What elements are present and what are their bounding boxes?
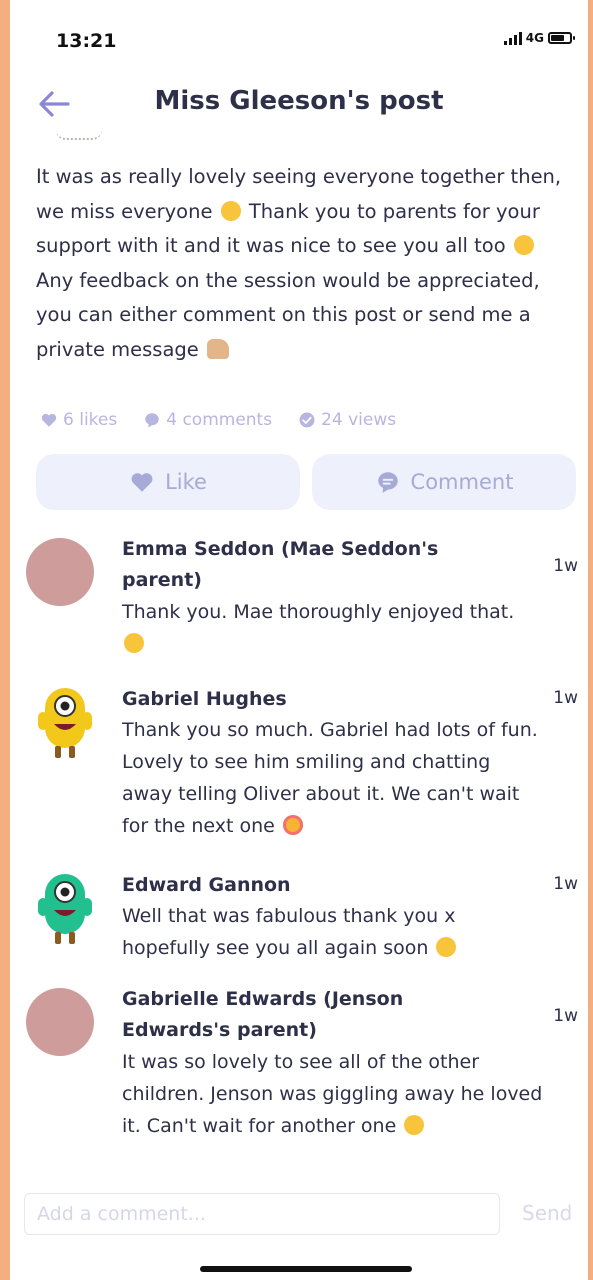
- heart-icon: [41, 413, 57, 427]
- avatar[interactable]: [26, 538, 94, 606]
- comment-author[interactable]: Gabriel Hughes: [122, 684, 502, 715]
- comment-item: Emma Seddon (Mae Seddon's parent) 1w Tha…: [26, 532, 586, 666]
- comment-author[interactable]: Emma Seddon (Mae Seddon's parent): [122, 534, 502, 596]
- smiling-emoji-icon: [124, 633, 144, 653]
- heart-icon: [131, 473, 153, 492]
- status-bar: 13:21 4G: [10, 0, 588, 80]
- signal-icon: [503, 31, 522, 45]
- comment-text: Thank you. Mae thoroughly enjoyed that.: [122, 596, 532, 660]
- comment-input-wrapper: [24, 1193, 500, 1235]
- home-indicator[interactable]: [200, 1266, 412, 1272]
- status-time: 13:21: [56, 30, 117, 52]
- yellow-monster-avatar-icon: [38, 688, 92, 758]
- phone-screen: 13:21 4G Miss Gleeson's post It was as r…: [10, 0, 588, 1280]
- comment-time: 1w: [553, 688, 578, 708]
- comment-input[interactable]: [25, 1194, 499, 1234]
- comment-item: Gabrielle Edwards (Jenson Edwards's pare…: [26, 982, 586, 1182]
- network-type: 4G: [525, 31, 544, 45]
- avatar[interactable]: [38, 870, 92, 946]
- post-text-part: Any feedback on the session would be app…: [36, 268, 540, 361]
- comment-time: 1w: [553, 1006, 578, 1026]
- comment-button[interactable]: Comment: [312, 454, 576, 510]
- comments-count[interactable]: 4 comments: [143, 410, 272, 430]
- battery-icon: [548, 32, 575, 44]
- post-actions: Like Comment: [36, 454, 576, 510]
- avatar[interactable]: [38, 684, 92, 760]
- smiling-emoji-icon: [220, 200, 241, 221]
- thumbs-up-emoji-icon: [206, 338, 229, 359]
- author-avatar-fragment: [56, 130, 102, 140]
- comment-item: Gabriel Hughes 1w Thank you so much. Gab…: [26, 682, 586, 852]
- grinning-emoji-icon: [404, 1115, 425, 1135]
- grinning-emoji-icon: [513, 235, 534, 255]
- speech-bubble-icon: [377, 472, 398, 493]
- comment-text: Thank you so much. Gabriel had lots of f…: [122, 719, 538, 837]
- status-indicators: 4G: [503, 31, 575, 45]
- page-title: Miss Gleeson's post: [154, 86, 444, 116]
- smiling-emoji-icon: [436, 937, 457, 957]
- smiling-with-hearts-emoji-icon: [282, 815, 303, 835]
- comment-author[interactable]: Edward Gannon: [122, 870, 502, 901]
- comment-time: 1w: [553, 874, 578, 894]
- comment-time: 1w: [553, 556, 578, 576]
- comment-author[interactable]: Gabrielle Edwards (Jenson Edwards's pare…: [122, 984, 452, 1046]
- likes-count[interactable]: 6 likes: [40, 410, 117, 430]
- header: Miss Gleeson's post: [10, 80, 588, 130]
- speech-bubble-icon: [145, 413, 159, 428]
- post-stats: 6 likes 4 comments 24 views: [40, 410, 396, 430]
- comment-item: Edward Gannon 1w Well that was fabulous …: [26, 868, 586, 968]
- post-body: It was as really lovely seeing everyone …: [36, 160, 574, 367]
- comment-text: It was so lovely to see all of the other…: [122, 1051, 543, 1137]
- send-button[interactable]: Send: [522, 1201, 572, 1225]
- check-circle-icon: [299, 412, 315, 428]
- like-button[interactable]: Like: [36, 454, 300, 510]
- views-count: 24 views: [298, 410, 396, 430]
- avatar[interactable]: [26, 988, 94, 1056]
- green-monster-avatar-icon: [38, 874, 92, 944]
- comment-text: Well that was fabulous thank you x hopef…: [122, 905, 457, 959]
